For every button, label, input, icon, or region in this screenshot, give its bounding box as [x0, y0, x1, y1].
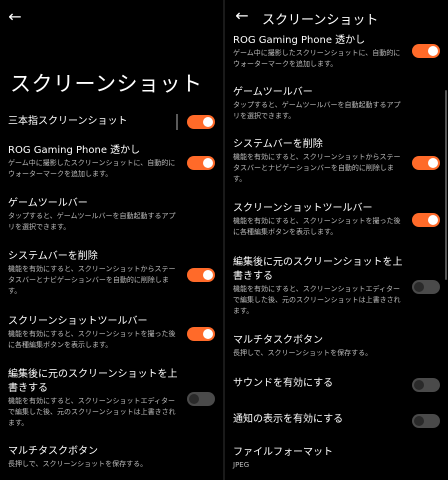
setting-enable-notification[interactable]: 通知の表示を有効にする — [225, 412, 448, 430]
toggle-switch[interactable] — [412, 280, 440, 294]
setting-title: マルチタスクボタン — [8, 446, 98, 457]
setting-description: 機能を有効にすると、スクリーンショットを撮った後に各種編集ボタンを表示します。 — [233, 217, 401, 236]
toggle-switch[interactable] — [412, 44, 440, 58]
setting-description: 機能を有効にすると、スクリーンショットエディターで編集した後、元のスクリーンショ… — [8, 397, 176, 427]
setting-multitask-button[interactable]: マルチタスクボタン 長押しで、スクリーンショットを保存する。 — [0, 445, 223, 475]
toggle-switch[interactable] — [187, 392, 215, 406]
setting-title: 通知の表示を有効にする — [233, 414, 344, 425]
setting-title: スクリーンショットツールバー — [8, 316, 148, 327]
setting-description: 機能を有効にすると、スクリーンショットからステータスバーとナビゲーションバーを自… — [8, 265, 176, 295]
setting-overwrite-original[interactable]: 編集後に元のスクリーンショットを上書きする 機能を有効にすると、スクリーンショッ… — [0, 368, 223, 430]
setting-three-finger-screenshot[interactable]: 三本指スクリーンショット — [0, 112, 223, 132]
toggle-switch[interactable] — [187, 115, 215, 129]
setting-title: ファイルフォーマット — [233, 447, 333, 458]
setting-title: システムバーを削除 — [233, 139, 323, 150]
setting-rog-watermark[interactable]: ROG Gaming Phone 透かし ゲーム中に撮影したスクリーンショットに… — [225, 34, 448, 74]
setting-description: タップすると、ゲームツールバーを自動起動するアプリを選択できます。 — [233, 101, 401, 120]
setting-description: ゲーム中に撮影したスクリーンショットに、自動的にウォーターマークを追加します。 — [233, 49, 401, 68]
setting-description: 機能を有効にすると、スクリーンショットエディターで編集した後、元のスクリーンショ… — [233, 285, 401, 315]
setting-game-toolbar[interactable]: ゲームツールバー タップすると、ゲームツールバーを自動起動するアプリを選択できま… — [225, 86, 448, 126]
setting-title: 編集後に元のスクリーンショットを上書きする — [8, 369, 178, 394]
setting-multitask-button[interactable]: マルチタスクボタン 長押しで、スクリーンショットを保存する。 — [225, 334, 448, 364]
back-arrow-icon[interactable]: ← — [6, 8, 24, 26]
setting-file-format[interactable]: ファイルフォーマット JPEG — [225, 446, 448, 476]
setting-description: タップすると、ゲームツールバーを自動起動するアプリを選択できます。 — [8, 212, 176, 231]
setting-remove-system-bar[interactable]: システムバーを削除 機能を有効にすると、スクリーンショットからステータスバーとナ… — [225, 138, 448, 188]
setting-screenshot-toolbar[interactable]: スクリーンショットツールバー 機能を有効にすると、スクリーンショットを撮った後に… — [225, 202, 448, 242]
setting-remove-system-bar[interactable]: システムバーを削除 機能を有効にすると、スクリーンショットからステータスバーとナ… — [0, 250, 223, 300]
setting-description: 機能を有効にすると、スクリーンショットからステータスバーとナビゲーションバーを自… — [233, 153, 401, 183]
toggle-switch[interactable] — [187, 327, 215, 341]
setting-title: ゲームツールバー — [8, 198, 88, 209]
setting-title: スクリーンショットツールバー — [233, 203, 373, 214]
setting-title: 三本指スクリーンショット — [8, 116, 128, 127]
setting-description: 長押しで、スクリーンショットを保存する。 — [8, 460, 148, 468]
setting-enable-sound[interactable]: サウンドを有効にする — [225, 376, 448, 394]
setting-description: 機能を有効にすると、スクリーンショットを撮った後に各種編集ボタンを表示します。 — [8, 330, 176, 349]
setting-description: ゲーム中に撮影したスクリーンショットに、自動的にウォーターマークを追加します。 — [8, 159, 176, 178]
toggle-switch[interactable] — [412, 213, 440, 227]
header-title: スクリーンショット — [262, 13, 379, 28]
setting-game-toolbar[interactable]: ゲームツールバー タップすると、ゲームツールバーを自動起動するアプリを選択できま… — [0, 197, 223, 237]
setting-title: ROG Gaming Phone 透かし — [8, 145, 141, 156]
setting-title: 編集後に元のスクリーンショットを上書きする — [233, 257, 403, 282]
scrollbar[interactable] — [445, 90, 447, 280]
toggle-switch[interactable] — [412, 378, 440, 392]
setting-overwrite-original[interactable]: 編集後に元のスクリーンショットを上書きする 機能を有効にすると、スクリーンショッ… — [225, 256, 448, 318]
setting-title: システムバーを削除 — [8, 251, 98, 262]
toggle-switch[interactable] — [187, 156, 215, 170]
setting-title: マルチタスクボタン — [233, 335, 323, 346]
toggle-switch[interactable] — [187, 268, 215, 282]
file-format-value: JPEG — [233, 461, 250, 469]
page-title: スクリーンショット — [10, 72, 203, 96]
right-screen: ← スクリーンショット ROG Gaming Phone 透かし ゲーム中に撮影… — [225, 0, 448, 480]
setting-screenshot-toolbar[interactable]: スクリーンショットツールバー 機能を有効にすると、スクリーンショットを撮った後に… — [0, 315, 223, 355]
back-arrow-icon[interactable]: ← — [233, 7, 251, 25]
setting-title: サウンドを有効にする — [233, 378, 334, 389]
setting-title: ROG Gaming Phone 透かし — [233, 35, 366, 46]
left-screen: ← スクリーンショット 三本指スクリーンショット ROG Gaming Phon… — [0, 0, 223, 480]
setting-description: 長押しで、スクリーンショットを保存する。 — [233, 349, 373, 357]
toggle-switch[interactable] — [412, 156, 440, 170]
setting-title: ゲームツールバー — [233, 87, 313, 98]
toggle-switch[interactable] — [412, 414, 440, 428]
setting-rog-watermark[interactable]: ROG Gaming Phone 透かし ゲーム中に撮影したスクリーンショットに… — [0, 144, 223, 184]
divider — [176, 114, 178, 130]
